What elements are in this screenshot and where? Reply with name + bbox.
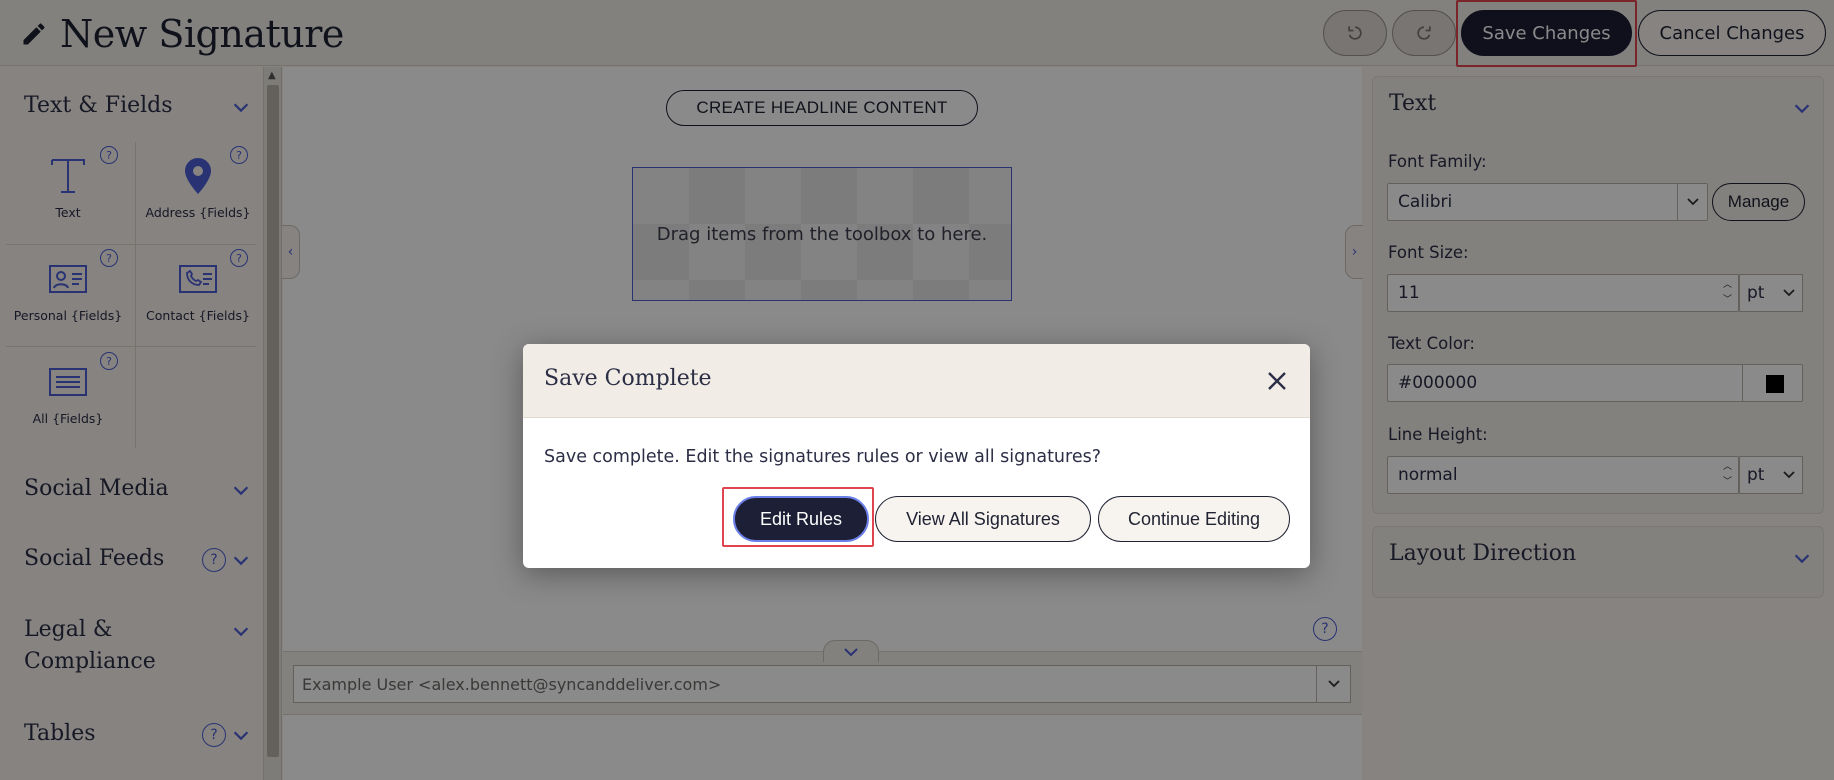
dialog-title: Save Complete <box>544 366 712 391</box>
edit-rules-highlight-outline <box>722 487 874 547</box>
continue-editing-button[interactable]: Continue Editing <box>1098 496 1290 542</box>
close-icon[interactable] <box>1266 370 1288 392</box>
view-all-signatures-button[interactable]: View All Signatures <box>875 496 1091 542</box>
dialog-message: Save complete. Edit the signatures rules… <box>544 447 1102 467</box>
save-complete-dialog: Save Complete Save complete. Edit the si… <box>523 344 1310 568</box>
dialog-header: Save Complete <box>523 344 1310 418</box>
